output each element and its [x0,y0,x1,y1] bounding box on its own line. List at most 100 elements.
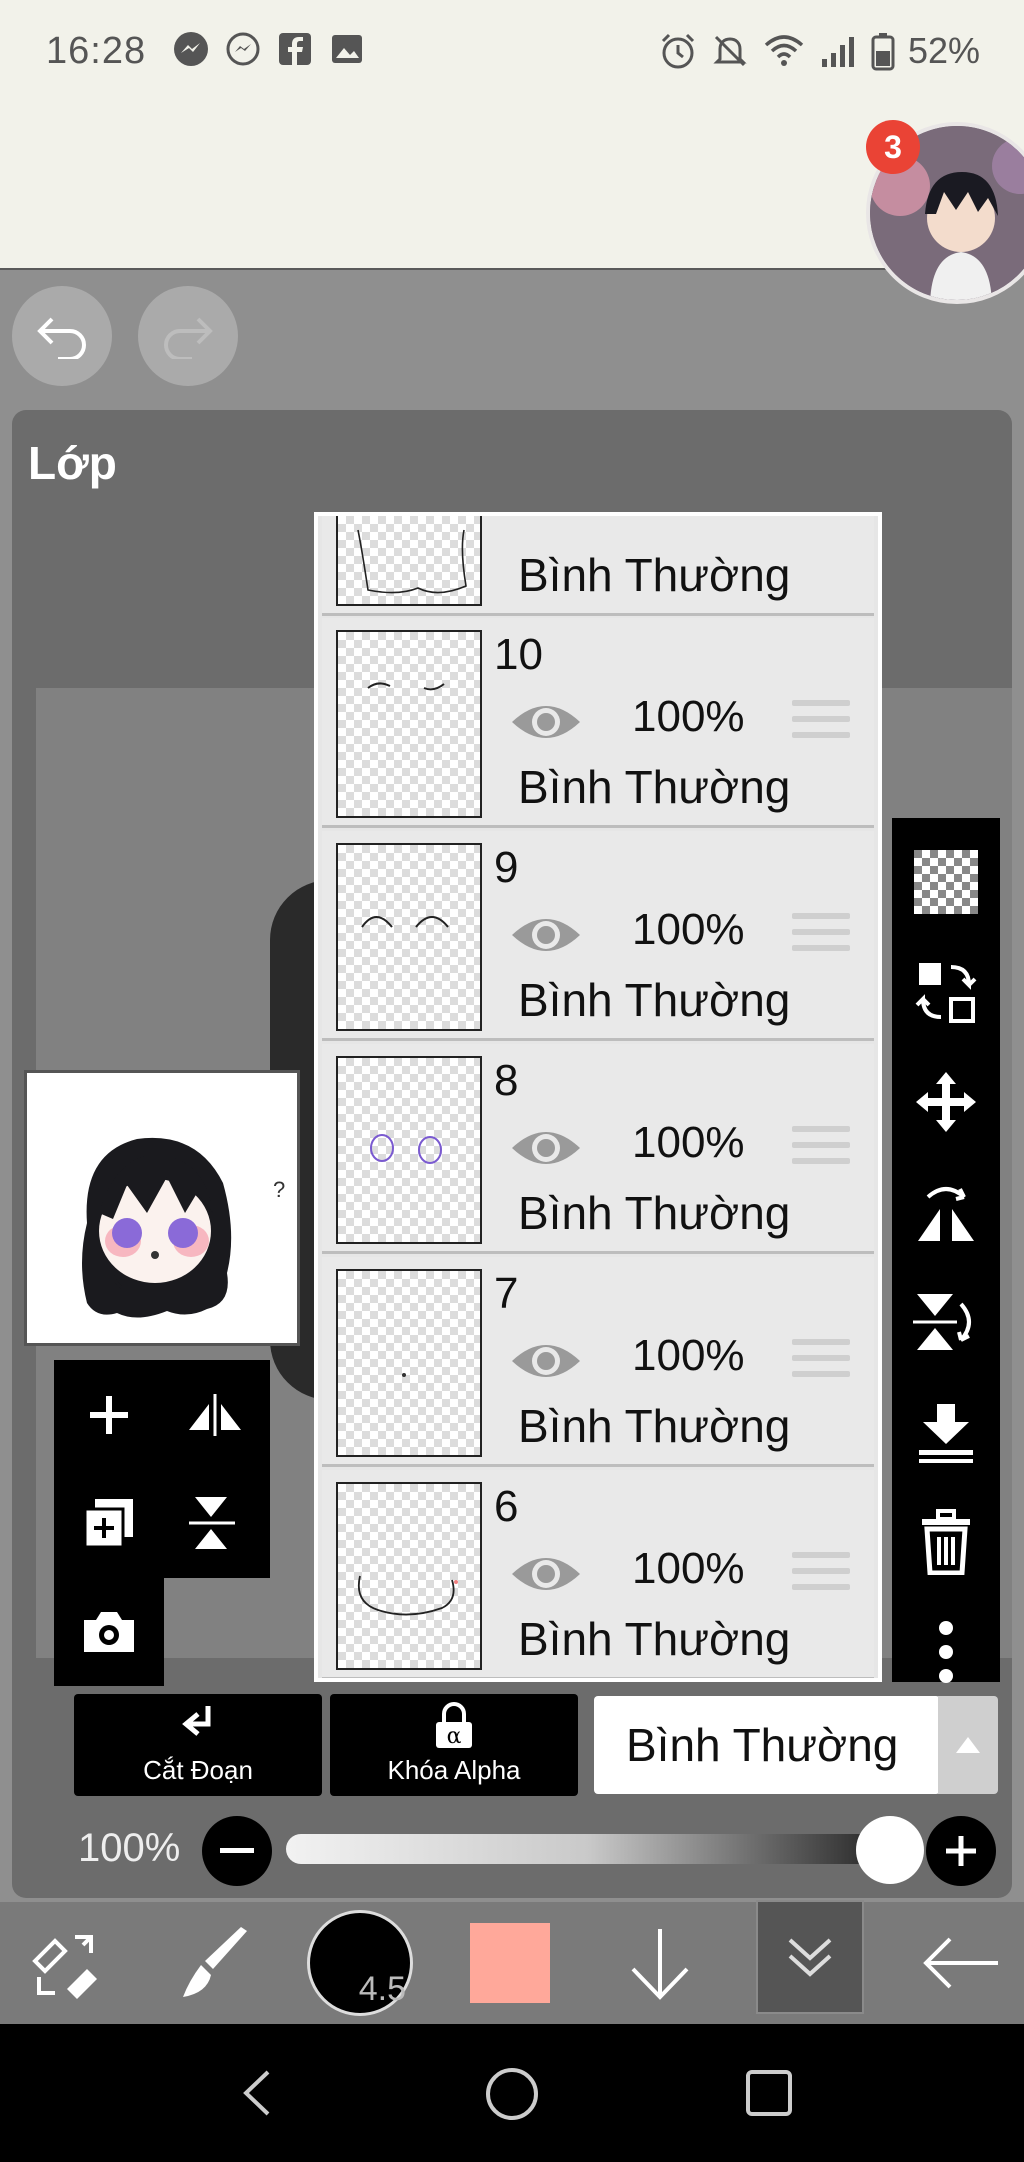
layer-row[interactable]: 10 100% Bình Thường [322,618,874,828]
checkerboard-icon [914,850,978,914]
messenger-outline-icon [226,32,260,66]
layer-blend-mode: Bình Thường [518,974,791,1026]
brush-icon [183,1927,247,1997]
drag-handle-icon[interactable] [792,913,850,957]
opacity-slider-knob[interactable] [856,1816,924,1884]
brush-tool-button[interactable] [160,1902,270,2024]
mute-icon [713,35,747,67]
drag-handle-icon[interactable] [792,1552,850,1596]
swap-icon [915,963,977,1023]
opacity-value-label: 100% [78,1826,181,1870]
blend-mode-value: Bình Thường [626,1719,899,1771]
visibility-eye-icon[interactable] [508,1548,584,1600]
layer-blend-mode: Bình Thường [518,1613,791,1665]
layer-opacity: 100% [632,1544,745,1593]
blend-mode-dropdown-button[interactable] [938,1696,998,1794]
layer-row[interactable]: 8 100% Bình Thường [322,1044,874,1254]
drag-handle-icon[interactable] [792,1126,850,1170]
layer-thumbnail [336,1056,482,1244]
layer-blend-mode: Bình Thường [518,761,791,813]
drag-handle-icon[interactable] [792,1339,850,1383]
more-vertical-icon [939,1621,953,1683]
panel-title: Lớp [28,437,117,489]
system-icons: 52% [658,30,980,72]
gallery-icon [332,35,362,63]
move-button[interactable] [906,1062,986,1142]
layer-row[interactable]: 6 100% Bình Thường [322,1470,874,1678]
visibility-eye-icon[interactable] [508,696,584,748]
flip-vertical-button[interactable] [160,1468,270,1578]
redo-button[interactable] [138,286,238,386]
add-layer-button[interactable] [54,1360,164,1470]
nose-sketch [402,1373,406,1377]
app-screen: { "status_bar": { "time": "16:28", "batt… [0,0,1024,2162]
alarm-icon [661,33,694,69]
layer-row[interactable]: 9 100% Bình Thường [322,831,874,1041]
flip-vertical-icon [913,1294,971,1350]
battery-icon [871,33,895,71]
nav-home-icon[interactable] [484,2066,540,2122]
opacity-slider[interactable] [286,1834,890,1864]
layer-opacity: 100% [632,905,745,954]
back-arrow-button[interactable] [900,1902,1020,2024]
battery-level: 52% [907,30,980,71]
camera-icon [84,1612,134,1652]
undo-button[interactable] [12,286,112,386]
brush-size-circle: 4.5 [307,1910,413,2016]
notification-icons [172,30,366,68]
blend-mode-select[interactable]: Bình Thường [594,1696,940,1794]
flip-vertical-icon [189,1497,235,1549]
triangle-up-icon [956,1737,980,1753]
nav-back-icon[interactable] [236,2068,276,2118]
swap-layers-button[interactable] [906,952,986,1032]
alpha-symbol: α [447,1724,462,1749]
layer-preview-thumbnail: ? [24,1070,300,1346]
clipping-button[interactable]: Cắt Đoạn [74,1694,322,1796]
double-chevron-down-icon [788,1938,832,1977]
visibility-eye-icon[interactable] [508,909,584,961]
layer-row[interactable]: Bình Thường [322,516,874,616]
alpha-lock-button[interactable]: α Khóa Alpha [330,1694,578,1796]
lock-icon: α [436,1702,472,1749]
flip-layer-vertical-button[interactable] [906,1282,986,1362]
more-options-button[interactable] [906,1612,986,1692]
hair-sketch [357,529,467,594]
drag-handle-icon[interactable] [792,700,850,744]
merge-down-button[interactable] [906,1392,986,1472]
svg-text:?: ? [273,1177,285,1202]
delete-layer-button[interactable] [906,1502,986,1582]
redo-icon [164,317,213,359]
layer-thumbnail [336,630,482,818]
layer-down-button[interactable] [610,1902,710,2024]
layer-thumbnail [336,1269,482,1457]
layer-number: 9 [494,843,519,892]
visibility-eye-icon[interactable] [508,1335,584,1387]
brush-size-button[interactable]: 4.5 [300,1902,420,2024]
layer-opacity: 100% [632,1118,745,1167]
alpha-lock-label: Khóa Alpha [387,1755,521,1785]
undo-icon [37,317,86,359]
color-picker-button[interactable] [460,1902,560,2024]
opacity-decrease-button[interactable] [202,1816,272,1886]
layer-number: 7 [494,1269,519,1318]
signal-icon [821,37,854,67]
flip-horizontal-button[interactable] [160,1360,270,1470]
nav-recents-icon[interactable] [744,2068,794,2118]
layer-thumbnail [336,1482,482,1670]
arrow-left-icon [923,1937,998,1989]
duplicate-layer-button[interactable] [54,1468,164,1578]
flip-layer-horizontal-button[interactable] [906,1172,986,1252]
layer-row[interactable]: 7 100% Bình Thường [322,1257,874,1467]
visibility-eye-icon[interactable] [508,1122,584,1174]
opacity-increase-button[interactable] [926,1816,996,1886]
layer-blend-mode: Bình Thường [518,1400,791,1452]
layer-number: 10 [494,630,543,679]
system-navigation-bar [0,2024,1024,2162]
camera-button[interactable] [54,1576,164,1686]
layers-toggle-button[interactable] [756,1900,864,2014]
transparency-button[interactable] [906,842,986,922]
iris-sketch [370,1134,442,1164]
layer-list[interactable]: Bình Thường 10 100% Bình Thường 9 100% B… [314,512,882,1682]
layer-number: 8 [494,1056,519,1105]
transform-tool-button[interactable] [10,1902,120,2024]
